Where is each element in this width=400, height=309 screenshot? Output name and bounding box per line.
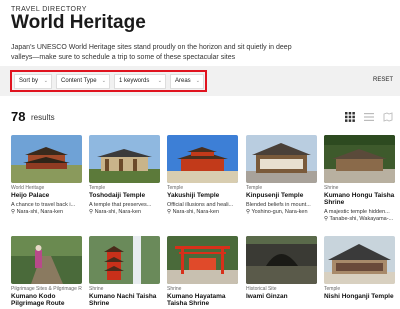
content-type-dropdown[interactable]: Content Type ⌄ [56,74,110,89]
card-title[interactable]: Heijo Palace [11,192,82,199]
card-title[interactable]: Iwami Ginzan [246,293,317,300]
card-title[interactable]: Kumano Kodo Pilgrimage Route [11,293,82,307]
card-description: A chance to travel back i... [11,202,76,208]
results-label: results [31,113,55,122]
areas-dropdown[interactable]: Areas ⌄ [170,74,204,89]
keywords-dropdown[interactable]: 1 keywords ⌄ [114,74,166,89]
card-title[interactable]: Nishi Honganji Temple [324,293,395,300]
card-title[interactable]: Kumano Nachi Taisha Shrine [89,293,160,307]
result-card-heijo-palace[interactable]: World Heritage Heijo Palace A chance to … [11,135,82,215]
result-card-kumano-hayatama[interactable]: Shrine Kumano Hayatama Taisha Shrine [167,236,238,307]
card-location: ⚲ Nara-shi, Nara-ken [11,209,82,215]
card-title[interactable]: Kumano Hayatama Taisha Shrine [167,293,238,307]
card-category: Temple [89,185,106,191]
result-card-toshodaiji[interactable]: Temple Toshodaiji Temple A temple that p… [89,135,160,215]
card-description: A temple that preserves... [89,202,152,208]
card-location-text: Nara-shi, Nara-ken [172,209,220,215]
page-title: World Heritage [11,12,146,33]
areas-label: Areas [175,78,191,84]
nishi-honganji-photo [324,236,395,284]
chevron-down-icon: ⌄ [43,78,48,84]
toshodaiji-photo [89,135,160,183]
card-category: Temple [167,185,184,191]
card-title[interactable]: Kinpusenji Temple [246,192,317,199]
result-card-nishi-honganji[interactable]: Temple Nishi Honganji Temple [324,236,395,300]
card-location-text: Nara-shi, Nara-ken [94,209,142,215]
card-location-text: Nara-shi, Nara-ken [16,209,64,215]
chevron-down-icon: ⌄ [195,78,200,84]
card-category: World Heritage [11,185,45,191]
result-card-kumano-kodo[interactable]: Pilgrimage Sites & Pilgrimage Routes Kum… [11,236,82,307]
filter-group-highlight: Sort by ⌄ Content Type ⌄ 1 keywords ⌄ Ar… [10,70,207,92]
yakushiji-photo [167,135,238,183]
filter-bar: Sort by ⌄ Content Type ⌄ 1 keywords ⌄ Ar… [0,66,400,96]
content-type-label: Content Type [61,78,97,84]
sort-by-label: Sort by [19,78,39,84]
card-description: A majestic temple hidden... [324,209,390,215]
kumano-kodo-photo [11,236,82,284]
results-count: 78 [11,109,26,124]
chevron-down-icon: ⌄ [101,78,106,84]
card-category: Historical Site [246,286,277,292]
card-location: ⚲ Tanabe-shi, Wakayama-... [324,216,395,222]
iwami-ginzan-photo [246,236,317,284]
card-location-text: Tanabe-shi, Wakayama-... [329,216,394,222]
grid-view-icon[interactable] [345,112,355,122]
list-view-icon[interactable] [364,112,374,122]
card-category: Pilgrimage Sites & Pilgrimage Routes [11,286,82,292]
heijo-palace-photo [11,135,82,183]
card-description: Blended beliefs in mount... [246,202,311,208]
card-title[interactable]: Toshodaiji Temple [89,192,160,199]
result-card-iwami-ginzan[interactable]: Historical Site Iwami Ginzan [246,236,317,300]
page-intro: Japan's UNESCO World Heritage sites stan… [11,44,292,61]
sort-by-dropdown[interactable]: Sort by ⌄ [14,74,52,89]
result-card-kumano-hongu[interactable]: Shrine Kumano Hongu Taisha Shrine A maje… [324,135,395,222]
chevron-down-icon: ⌄ [157,78,162,84]
map-view-icon[interactable] [383,112,393,122]
result-card-yakushiji[interactable]: Temple Yakushiji Temple Official illusio… [167,135,238,215]
result-card-kumano-nachi[interactable]: Shrine Kumano Nachi Taisha Shrine [89,236,160,307]
card-location: ⚲ Nara-shi, Nara-ken [167,209,238,215]
card-location: ⚲ Nara-shi, Nara-ken [89,209,160,215]
card-location: ⚲ Yoshino-gun, Nara-ken [246,209,317,215]
card-category: Temple [324,286,341,292]
result-card-kinpusenji[interactable]: Temple Kinpusenji Temple Blended beliefs… [246,135,317,215]
card-category: Temple [246,185,263,191]
card-category: Shrine [89,286,104,292]
card-title[interactable]: Yakushiji Temple [167,192,238,199]
kumano-hongu-photo [324,135,395,183]
keywords-label: 1 keywords [119,78,150,84]
card-category: Shrine [167,286,182,292]
reset-button[interactable]: RESET [373,77,393,83]
card-location-text: Yoshino-gun, Nara-ken [251,209,308,215]
kinpusenji-photo [246,135,317,183]
kumano-nachi-photo [89,236,160,284]
card-description: Official illusions and heali... [167,202,234,208]
card-category: Shrine [324,185,339,191]
card-title[interactable]: Kumano Hongu Taisha Shrine [324,192,395,206]
view-toggle [345,112,393,124]
kumano-hayatama-photo [167,236,238,284]
